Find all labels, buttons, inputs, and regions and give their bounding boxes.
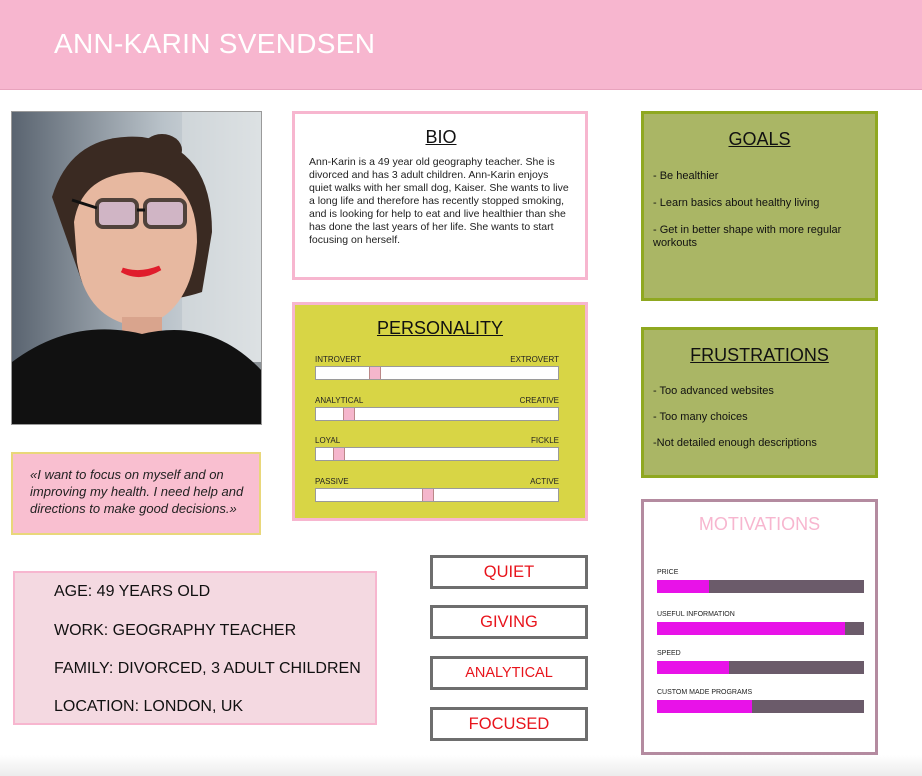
goals-card: GOALS - Be healthier - Learn basics abou… bbox=[641, 111, 878, 301]
page-bottom-edge bbox=[0, 755, 922, 776]
motivation-bar-useful-information: USEFUL INFORMATION bbox=[657, 611, 864, 635]
trait-tag-quiet: QUIET bbox=[430, 555, 588, 589]
slider-left-label: PASSIVE bbox=[315, 477, 349, 486]
personality-slider-passive-active: PASSIVE ACTIVE bbox=[315, 477, 559, 502]
slider-track bbox=[315, 366, 559, 380]
motivation-fill bbox=[657, 700, 753, 713]
slider-right-label: CREATIVE bbox=[519, 396, 559, 405]
motivation-fill bbox=[657, 622, 846, 635]
motivation-track bbox=[657, 580, 864, 593]
goals-list: - Be healthier - Learn basics about heal… bbox=[653, 170, 868, 264]
persona-quote: «I want to focus on myself and on improv… bbox=[11, 452, 261, 535]
age-text: AGE: 49 YEARS OLD bbox=[54, 583, 211, 600]
family-text: FAMILY: DIVORCED, 3 ADULT CHILDREN bbox=[54, 660, 361, 677]
motivation-bar-custom-made-programs: CUSTOM MADE PROGRAMS bbox=[657, 689, 864, 713]
slider-track bbox=[315, 447, 559, 461]
bio-card: BIO Ann-Karin is a 49 year old geography… bbox=[292, 111, 588, 280]
work-text: WORK: GEOGRAPHY TEACHER bbox=[54, 622, 297, 639]
location-text: LOCATION: LONDON, UK bbox=[54, 698, 244, 715]
bio-title: BIO bbox=[425, 127, 457, 147]
list-item: - Too many choices bbox=[653, 411, 748, 423]
bio-text: Ann-Karin is a 49 year old geography tea… bbox=[309, 156, 569, 246]
trait-tag-focused: FOCUSED bbox=[430, 707, 588, 741]
slider-thumb bbox=[332, 448, 345, 460]
frustrations-card: FRUSTRATIONS - Too advanced websites - T… bbox=[641, 327, 878, 478]
slider-right-label: ACTIVE bbox=[530, 477, 559, 486]
motivations-title: MOTIVATIONS bbox=[698, 514, 821, 534]
list-item: - Be healthier bbox=[653, 170, 719, 182]
slider-left-label: INTROVERT bbox=[315, 355, 362, 364]
motivation-track bbox=[657, 700, 864, 713]
personality-slider-introvert-extrovert: INTROVERT EXTROVERT bbox=[315, 355, 559, 380]
slider-right-label: FICKLE bbox=[530, 436, 559, 445]
motivation-label: SPEED bbox=[657, 650, 681, 657]
slider-thumb bbox=[342, 408, 355, 420]
slider-track bbox=[315, 488, 559, 502]
slider-left-label: LOYAL bbox=[315, 436, 341, 445]
personality-card: PERSONALITY INTROVERT EXTROVERT ANALYTIC… bbox=[292, 302, 588, 521]
trait-tag-giving: GIVING bbox=[430, 605, 588, 639]
motivation-bar-price: PRICE bbox=[657, 569, 864, 593]
slider-thumb bbox=[422, 489, 435, 501]
personality-title: PERSONALITY bbox=[376, 318, 504, 338]
header-banner: ANN-KARIN SVENDSEN bbox=[0, 0, 922, 90]
slider-right-label: EXTROVERT bbox=[510, 355, 559, 364]
trait-tag-analytical: ANALYTICAL bbox=[430, 656, 588, 690]
frustrations-title: FRUSTRATIONS bbox=[690, 345, 829, 365]
goals-title: GOALS bbox=[728, 129, 791, 149]
list-item: - Too advanced websites bbox=[653, 385, 774, 397]
motivation-track bbox=[657, 622, 864, 635]
list-item: -Not detailed enough descriptions bbox=[653, 437, 817, 449]
demographics-card: AGE: 49 YEARS OLD WORK: GEOGRAPHY TEACHE… bbox=[13, 571, 377, 725]
slider-thumb bbox=[369, 367, 382, 379]
motivations-card: MOTIVATIONS PRICE USEFUL INFORMATION SPE… bbox=[641, 499, 878, 755]
frustrations-list: - Too advanced websites - Too many choic… bbox=[653, 385, 868, 463]
slider-left-label: ANALYTICAL bbox=[315, 396, 364, 405]
persona-name: ANN-KARIN SVENDSEN bbox=[54, 28, 376, 59]
list-item: - Learn basics about healthy living bbox=[653, 197, 820, 209]
motivation-fill bbox=[657, 580, 709, 593]
persona-photo bbox=[11, 111, 262, 425]
motivation-label: CUSTOM MADE PROGRAMS bbox=[657, 689, 753, 696]
motivation-label: USEFUL INFORMATION bbox=[657, 611, 735, 618]
list-item: - Get in better shape with more regular … bbox=[653, 224, 842, 249]
motivation-bar-speed: SPEED bbox=[657, 650, 864, 674]
motivation-track bbox=[657, 661, 864, 674]
personality-slider-analytical-creative: ANALYTICAL CREATIVE bbox=[315, 396, 559, 421]
motivation-label: PRICE bbox=[657, 569, 679, 576]
personality-slider-loyal-fickle: LOYAL FICKLE bbox=[315, 436, 559, 461]
motivation-fill bbox=[657, 661, 730, 674]
slider-track bbox=[315, 407, 559, 421]
